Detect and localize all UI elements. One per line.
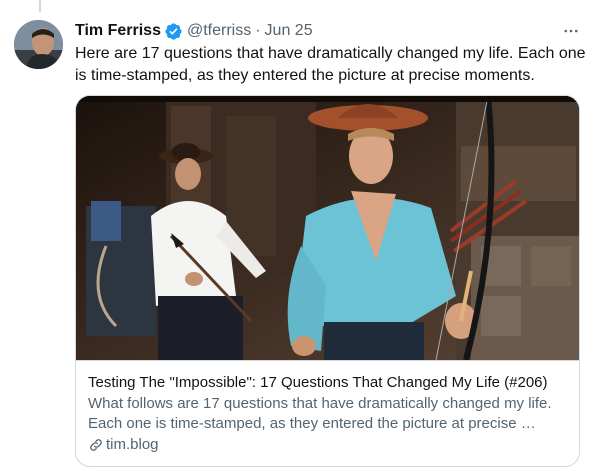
- link-card[interactable]: Testing The "Impossible": 17 Questions T…: [75, 95, 580, 467]
- thread-line: [39, 0, 41, 12]
- card-image[interactable]: [76, 96, 579, 361]
- link-icon: [88, 437, 104, 453]
- display-name[interactable]: Tim Ferriss: [75, 20, 161, 42]
- avatar[interactable]: [14, 20, 63, 69]
- tweet-header: Tim Ferriss @tferriss · Jun 25: [75, 20, 313, 42]
- card-body: Testing The "Impossible": 17 Questions T…: [88, 372, 568, 455]
- card-title[interactable]: Testing The "Impossible": 17 Questions T…: [88, 372, 568, 393]
- tweet-text: Here are 17 questions that have dramatic…: [75, 45, 586, 84]
- tweet[interactable]: Tim Ferriss @tferriss · Jun 25 Here are …: [0, 0, 615, 475]
- separator-dot: ·: [255, 22, 261, 39]
- more-horizontal-icon: [564, 29, 578, 33]
- tweet-date[interactable]: Jun 25: [265, 20, 313, 42]
- verified-badge-icon: [164, 22, 183, 41]
- card-domain-text: tim.blog: [106, 436, 159, 453]
- more-options-button[interactable]: [558, 20, 584, 42]
- card-description: What follows are 17 questions that have …: [88, 395, 552, 432]
- card-domain[interactable]: tim.blog: [88, 435, 568, 455]
- user-handle[interactable]: @tferriss: [187, 20, 251, 42]
